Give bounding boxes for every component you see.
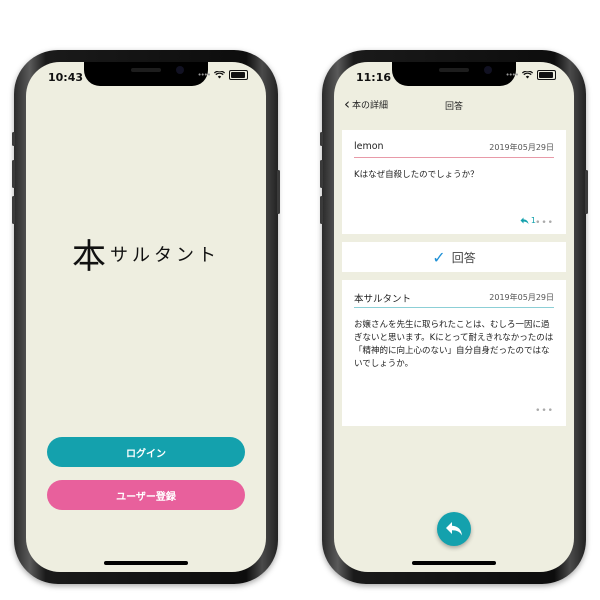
answer-divider [354, 307, 554, 308]
answer-card: 本サルタント 2019年05月29日 お嬢さんを先生に取られたことは、むしろ一因… [342, 280, 566, 426]
signal-icon: •••• [505, 71, 518, 79]
more-icon[interactable]: ••• [535, 218, 554, 228]
status-time: 10:43 [48, 71, 84, 84]
home-indicator[interactable] [412, 561, 496, 565]
login-button[interactable]: ログイン [47, 437, 245, 467]
checkmark-icon: ✓ [432, 247, 446, 267]
answer-button[interactable]: ✓ 回答 [342, 242, 566, 272]
reply-fab-button[interactable] [437, 512, 471, 546]
question-user: lemon [354, 141, 384, 152]
home-indicator[interactable] [104, 561, 188, 565]
app-logo: 本サルタント [26, 229, 266, 278]
logo-katakana: サルタント [110, 244, 220, 266]
more-icon[interactable]: ••• [535, 406, 554, 416]
logo-kanji: 本 [72, 237, 106, 277]
mute-switch [320, 132, 323, 146]
reply-icon [446, 522, 462, 536]
notch [84, 62, 208, 86]
status-icons: •••• [505, 70, 556, 80]
left-phone: 10:43 •••• 本サルタント ログイン ユーザー登録 [12, 50, 280, 584]
reply-count-button[interactable]: 1 [520, 216, 536, 225]
answer-label: 回答 [451, 250, 476, 265]
nav-bar: ‹ 本の詳細 回答 [334, 96, 574, 118]
reply-icon [520, 217, 529, 224]
question-text: Kはなぜ自殺したのでしょうか？ [354, 170, 479, 180]
status-icons: •••• [197, 70, 248, 80]
status-time: 11:16 [356, 71, 392, 84]
wifi-icon [214, 71, 225, 79]
volume-down-button [12, 196, 15, 224]
notch [392, 62, 516, 86]
signal-icon: •••• [197, 71, 210, 79]
register-button[interactable]: ユーザー登録 [47, 480, 245, 510]
volume-down-button [320, 196, 323, 224]
answer-date: 2019年05月29日 [489, 293, 554, 302]
question-date: 2019年05月29日 [489, 143, 554, 152]
power-button [277, 170, 280, 214]
answer-text: お嬢さんを先生に取られたことは、むしろ一因に過ぎないと思います。Kにとって耐えき… [354, 320, 554, 369]
volume-up-button [12, 160, 15, 188]
login-screen: 10:43 •••• 本サルタント ログイン ユーザー登録 [26, 62, 266, 572]
question-card: lemon 2019年05月29日 Kはなぜ自殺したのでしょうか？ 1 ••• [342, 130, 566, 234]
battery-icon [537, 70, 556, 80]
battery-icon [229, 70, 248, 80]
question-divider [354, 157, 554, 158]
volume-up-button [320, 160, 323, 188]
answer-user: 本サルタント [354, 294, 412, 305]
power-button [585, 170, 588, 214]
page-title: 回答 [444, 102, 463, 112]
wifi-icon [522, 71, 533, 79]
answer-screen: 11:16 •••• ‹ 本の詳細 回答 lemon 2019年05月29日 K… [334, 62, 574, 572]
mute-switch [12, 132, 15, 146]
right-phone: 11:16 •••• ‹ 本の詳細 回答 lemon 2019年05月29日 K… [320, 50, 588, 584]
